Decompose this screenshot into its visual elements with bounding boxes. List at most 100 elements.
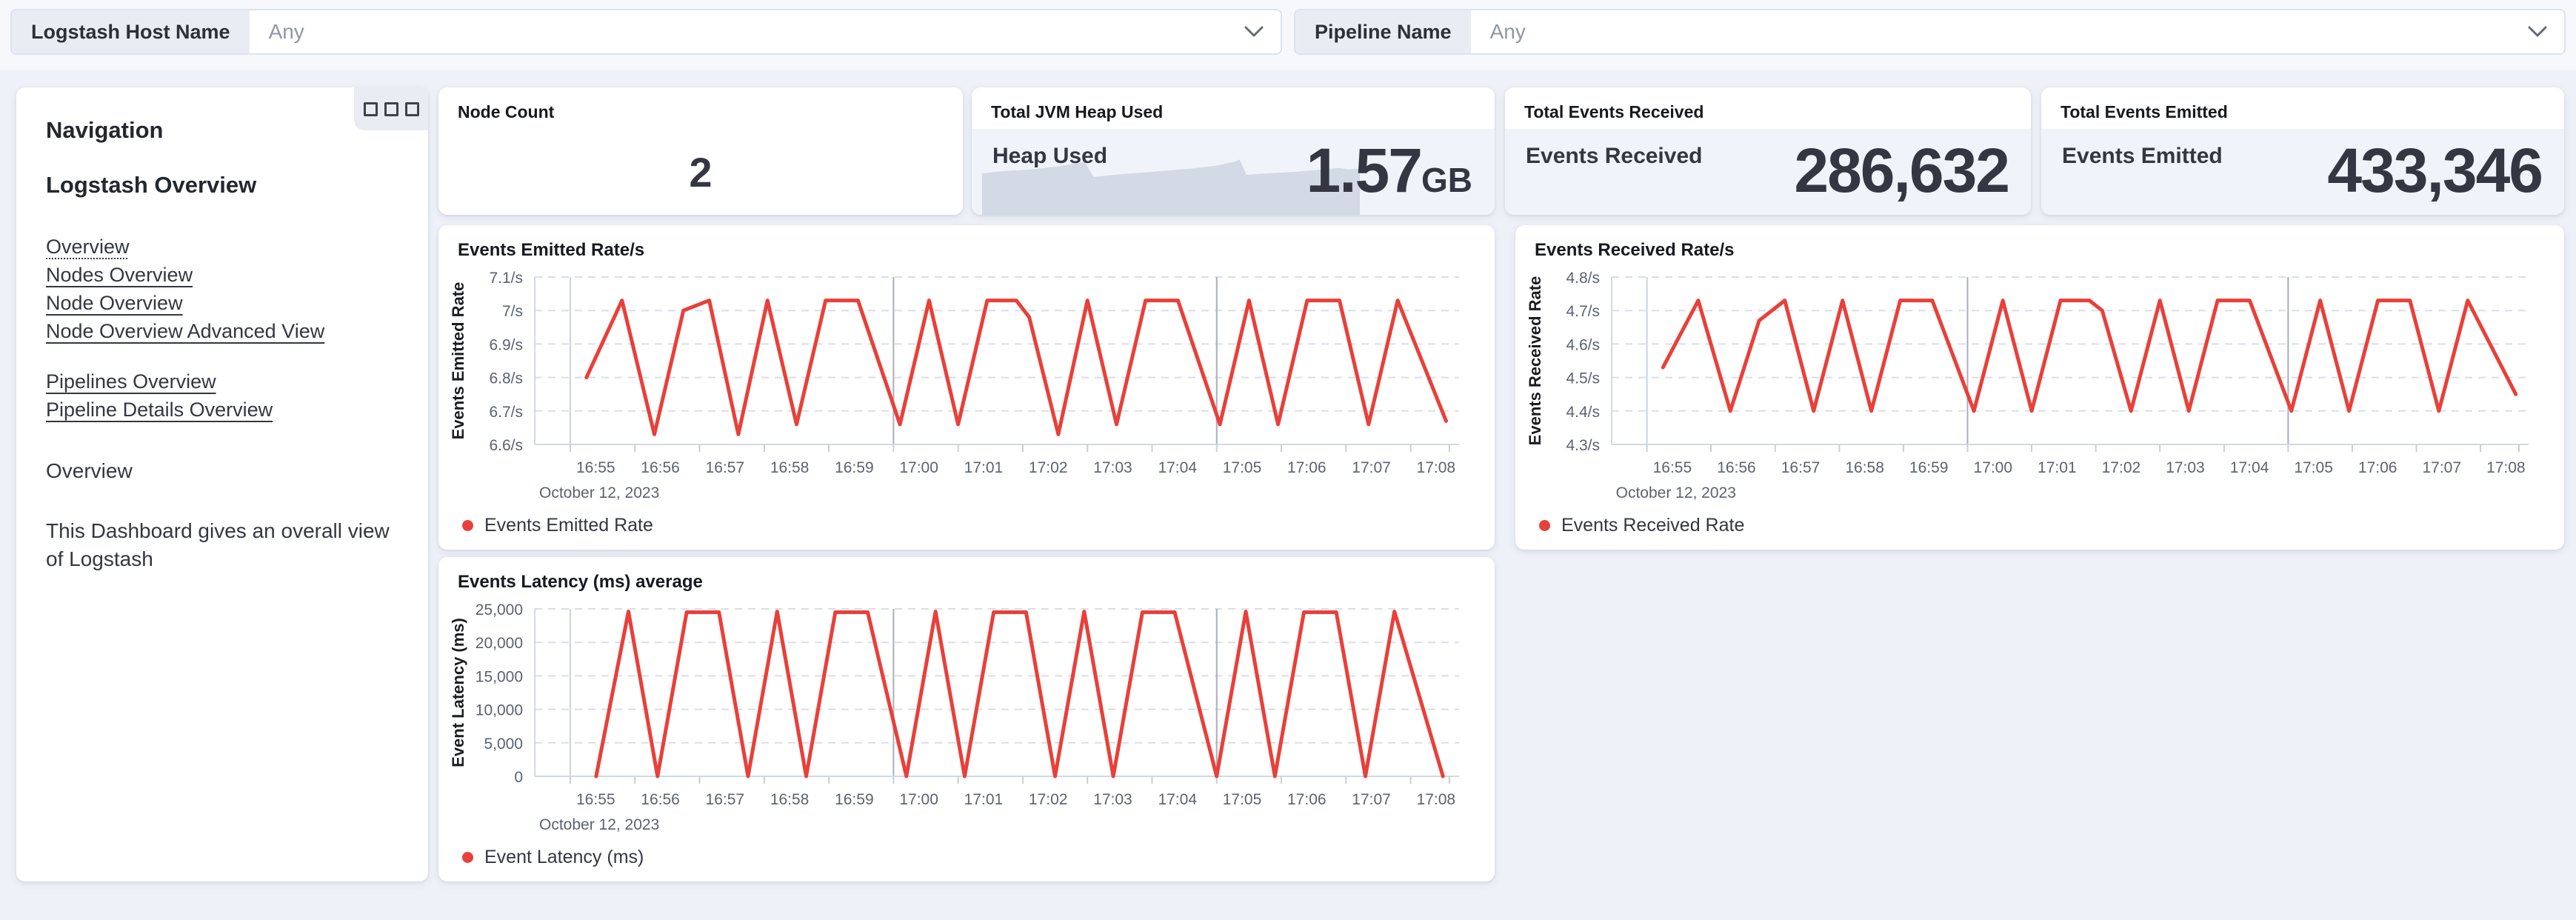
x-tick-label: 16:57 <box>706 459 745 476</box>
x-tick-label: 17:04 <box>1158 459 1197 476</box>
x-tick-label: 17:01 <box>964 459 1004 476</box>
y-axis-title: Event Latency (ms) <box>449 618 467 767</box>
chevron-down-icon[interactable] <box>2511 10 2564 53</box>
x-tick-label: 17:07 <box>1352 459 1391 476</box>
dashboard-screen: Logstash Host Name Any Pipeline Name Any… <box>0 0 2576 920</box>
legend-item-events-emitted-rate[interactable]: Events Emitted Rate <box>462 515 653 536</box>
y-tick-label: 6.8/s <box>489 370 523 387</box>
events-latency-plot[interactable]: 25,000 20,000 15,000 10,000 5,000 0 16:55 16:56… <box>438 599 1477 837</box>
x-axis-date-label: October 12, 2023 <box>1616 484 1736 501</box>
events-received-rate-plot[interactable]: 4.8/s 4.7/s 4.6/s 4.5/s 4.4/s 4.3/s 16:55 16:56… <box>1515 267 2546 505</box>
x-axis-date-label: October 12, 2023 <box>539 816 659 833</box>
x-tick-label: 17:06 <box>1287 791 1327 808</box>
series-line[interactable] <box>1661 299 2518 413</box>
x-tick-label: 16:58 <box>1845 459 1884 476</box>
overview-section-heading: Overview <box>46 459 133 482</box>
navigation-panel-content: Navigation Logstash Overview Overview No… <box>16 87 428 573</box>
series-line[interactable] <box>584 299 1448 436</box>
y-tick-label: 4.6/s <box>1566 336 1600 353</box>
panel-options-icon <box>404 101 419 116</box>
heap-used-label: Heap Used <box>992 144 1108 168</box>
sidebar-link-nodes-overview[interactable]: Nodes Overview <box>46 261 398 289</box>
events-latency-chart-panel: Events Latency (ms) average 25,000 20,000… <box>438 557 1495 881</box>
x-tick-label: 16:56 <box>1717 459 1756 476</box>
x-tick-label: 17:06 <box>2358 459 2398 476</box>
jvm-heap-metric-area: Heap Used 1.57 GB <box>972 129 1495 215</box>
x-tick-label: 17:00 <box>899 459 938 476</box>
y-tick-label: 5,000 <box>484 736 523 753</box>
legend-item-events-received-rate[interactable]: Events Received Rate <box>1539 515 1744 536</box>
legend-dot-icon <box>462 520 473 531</box>
legend-dot-icon <box>1539 520 1550 531</box>
x-tick-label: 17:00 <box>1973 459 2012 476</box>
x-tick-label: 17:07 <box>2422 459 2461 476</box>
y-tick-label: 6.6/s <box>489 437 523 454</box>
x-tick-label: 16:59 <box>1909 459 1949 476</box>
x-tick-label: 16:59 <box>835 791 874 808</box>
legend-label: Events Received Rate <box>1561 515 1745 536</box>
y-tick-label: 4.8/s <box>1566 270 1600 287</box>
pipeline-name-filter-label: Pipeline Name <box>1295 10 1471 53</box>
navigation-heading: Navigation <box>46 117 164 143</box>
x-tick-label: 17:02 <box>1029 459 1068 476</box>
sidebar-link-pipelines-overview[interactable]: Pipelines Overview <box>46 367 398 396</box>
sidebar-link-pipeline-details-overview[interactable]: Pipeline Details Overview <box>46 396 398 424</box>
y-tick-label: 15,000 <box>476 668 523 685</box>
panel-title: Total Events Received <box>1524 102 1704 121</box>
x-tick-label: 17:03 <box>2166 459 2205 476</box>
x-tick-label: 17:05 <box>2294 459 2333 476</box>
dashboard-description: This Dashboard gives an overall view of … <box>46 519 390 570</box>
legend-label: Events Emitted Rate <box>484 515 653 536</box>
logstash-overview-heading: Logstash Overview <box>46 172 257 198</box>
legend-label: Event Latency (ms) <box>484 847 644 867</box>
events-emitted-rate-plot[interactable]: 7.1/s 7/s 6.9/s 6.8/s 6.7/s 6.6/s 16:55 16:56 16… <box>438 267 1477 505</box>
panel-options-button[interactable] <box>354 87 428 130</box>
x-tick-label: 17:08 <box>1417 459 1456 476</box>
pipeline-name-filter[interactable]: Pipeline Name Any <box>1294 9 2566 55</box>
sidebar-link-node-overview[interactable]: Node Overview <box>46 289 398 317</box>
y-tick-label: 7.1/s <box>489 270 523 287</box>
panel-options-icon <box>363 101 378 116</box>
y-tick-label: 25,000 <box>476 601 523 619</box>
y-tick-label: 4.4/s <box>1566 404 1600 421</box>
sidebar-link-overview[interactable]: Overview <box>46 233 398 261</box>
events-received-rate-chart-panel: Events Received Rate/s 4.8/s 4.7/s 4.6/s 4.… <box>1515 225 2564 550</box>
x-tick-label: 16:57 <box>1781 459 1821 476</box>
x-tick-label: 17:05 <box>1223 791 1262 808</box>
y-tick-label: 10,000 <box>476 702 523 719</box>
jvm-heap-panel: Total JVM Heap Used Heap Used 1.57 GB <box>972 87 1495 215</box>
x-tick-label: 17:08 <box>2486 459 2526 476</box>
node-count-panel: Node Count 2 <box>438 87 963 215</box>
logstash-host-filter-value: Any <box>268 20 304 43</box>
y-tick-label: 6.7/s <box>489 404 523 421</box>
x-tick-label: 16:58 <box>770 791 810 808</box>
y-axis-title: Events Emitted Rate <box>449 282 467 440</box>
x-axis-date-label: October 12, 2023 <box>539 484 659 501</box>
x-tick-label: 17:01 <box>964 791 1004 808</box>
nav-link-group-1: Overview Nodes Overview Node Overview No… <box>46 233 398 345</box>
panel-title: Node Count <box>458 102 555 121</box>
y-tick-label: 4.7/s <box>1566 303 1600 320</box>
y-tick-label: 4.5/s <box>1566 370 1600 387</box>
x-tick-label: 17:01 <box>2038 459 2077 476</box>
nav-link-group-2: Pipelines Overview Pipeline Details Over… <box>46 367 398 424</box>
legend-item-event-latency[interactable]: Event Latency (ms) <box>462 847 644 868</box>
filter-bar: Logstash Host Name Any Pipeline Name Any <box>10 9 2566 55</box>
events-received-label: Events Received <box>1526 144 1703 168</box>
logstash-host-filter[interactable]: Logstash Host Name Any <box>10 9 1282 55</box>
events-emitted-rate-chart-panel: Events Emitted Rate/s 7.1/s 7/s 6.9/s 6.8/s… <box>438 225 1495 550</box>
heap-used-value: 1.57 GB <box>1307 139 1473 201</box>
x-tick-label: 17:02 <box>2102 459 2141 476</box>
sidebar-link-node-overview-advanced[interactable]: Node Overview Advanced View <box>46 317 398 345</box>
x-tick-label: 17:08 <box>1417 791 1456 808</box>
y-tick-label: 6.9/s <box>489 336 523 353</box>
x-tick-label: 17:06 <box>1287 459 1327 476</box>
heap-used-number: 1.57 <box>1306 136 1423 205</box>
y-axis-title: Events Received Rate <box>1526 276 1544 446</box>
chevron-down-icon[interactable] <box>1227 10 1281 53</box>
navigation-panel: Navigation Logstash Overview Overview No… <box>16 87 428 881</box>
series-line[interactable] <box>594 610 1445 779</box>
x-tick-label: 17:03 <box>1093 459 1132 476</box>
panel-title: Total JVM Heap Used <box>991 102 1164 121</box>
x-tick-label: 17:04 <box>1158 791 1197 808</box>
